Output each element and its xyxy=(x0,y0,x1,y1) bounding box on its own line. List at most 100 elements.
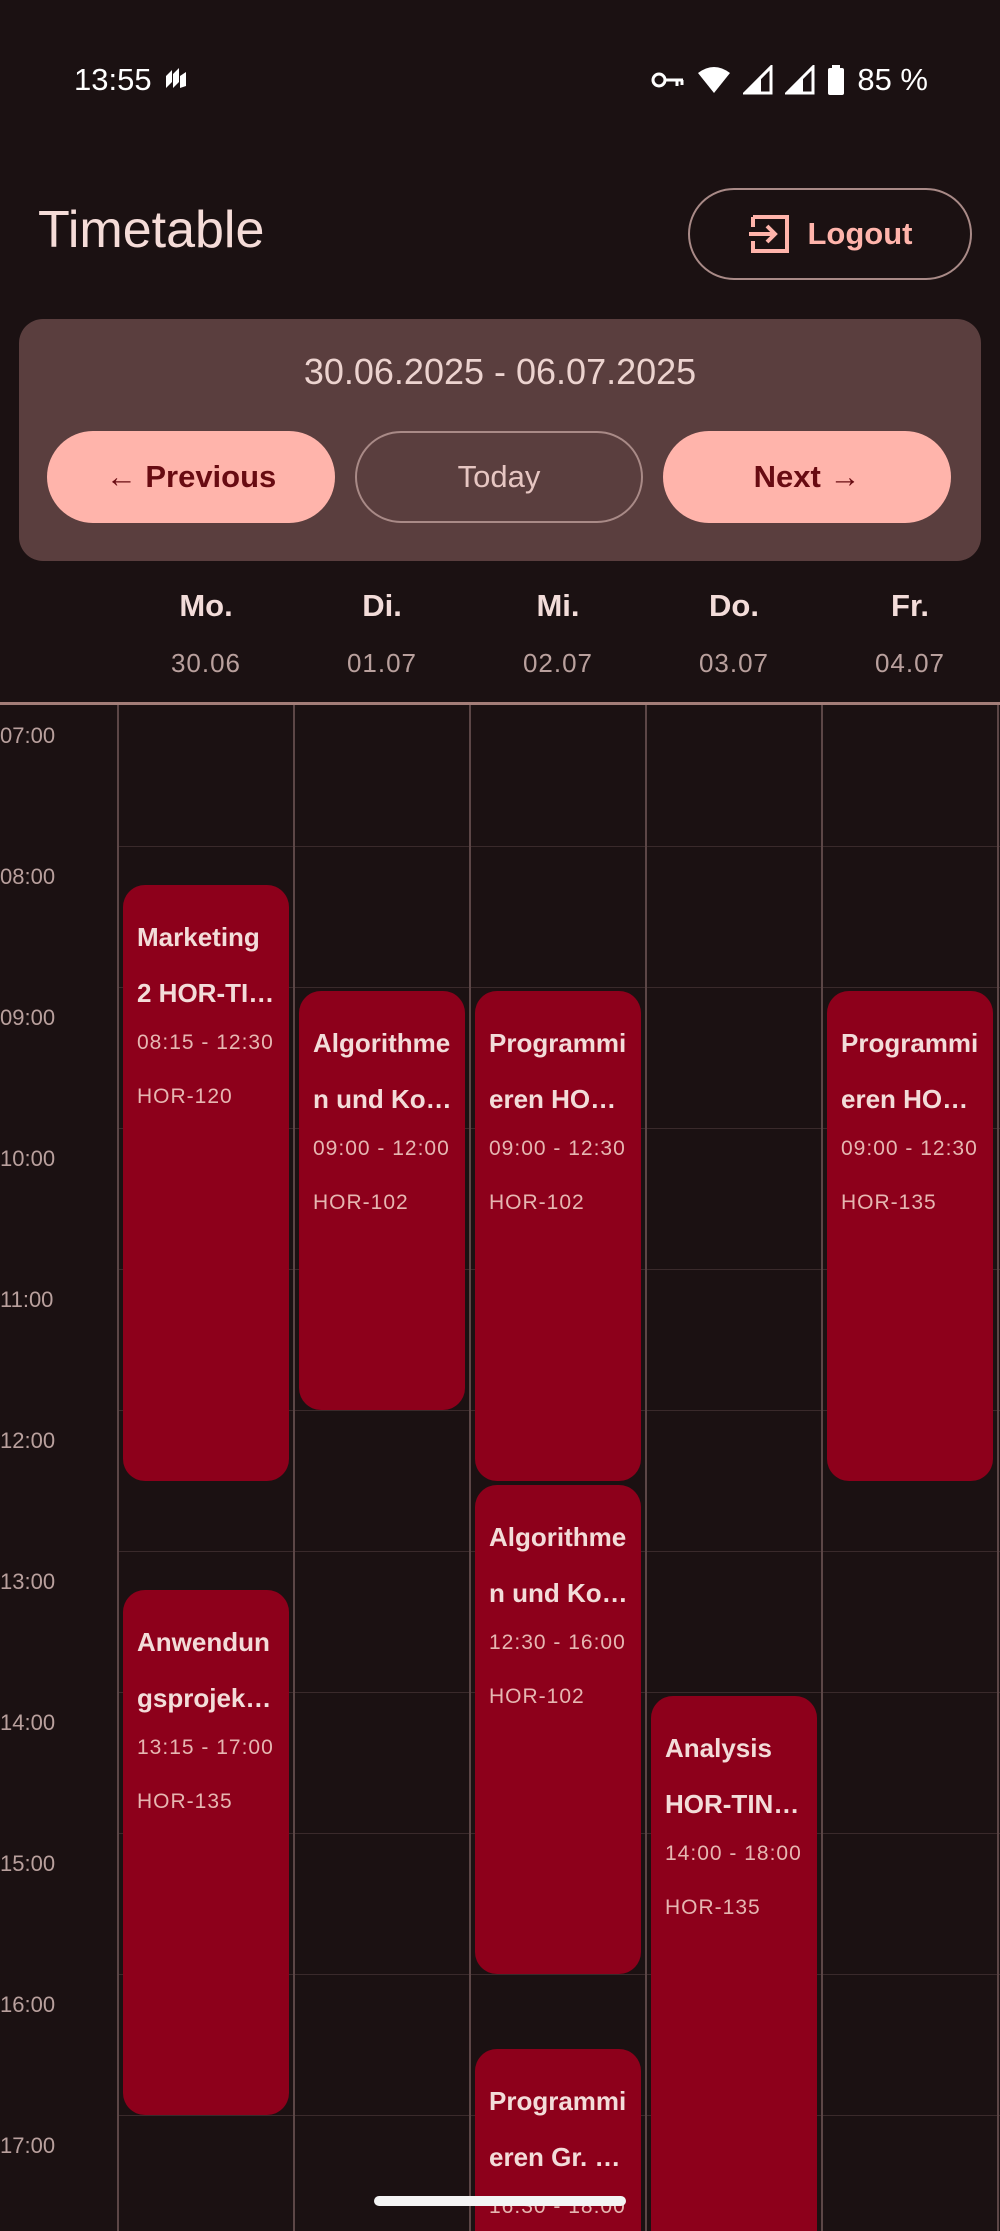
time-label: 13:00 xyxy=(0,1569,56,1594)
event-title: Algorithme n und Ko… xyxy=(313,1015,455,1127)
event-card[interactable]: Algorithme n und Ko… 09:00 - 12:00 HOR-102 xyxy=(299,991,465,1410)
event-room: HOR-102 xyxy=(489,1684,585,1708)
time-label: 07:00 xyxy=(0,723,56,748)
event-time: 14:00 - 18:00 xyxy=(665,1842,802,1865)
event-title-line: eren Gr. … xyxy=(489,2141,621,2172)
wifi-icon xyxy=(698,67,731,93)
hour-line xyxy=(118,846,1000,847)
day-name: Mo. xyxy=(179,588,233,623)
event-title: Programmi eren HOR… xyxy=(841,1015,983,1127)
event-card[interactable]: Algorithme n und Ko… 12:30 - 16:00 HOR-102 xyxy=(475,1484,641,1974)
week-navigation-card: 30.06.2025 - 06.07.2025 ← Previous Today… xyxy=(19,319,981,561)
time-label: 15:00 xyxy=(0,1851,56,1876)
day-date: 03.07 xyxy=(698,648,770,678)
column-line xyxy=(293,705,295,2231)
event-room: HOR-120 xyxy=(137,1085,233,1109)
timetable-grid[interactable]: 07:00 08:00 09:00 10:00 11:00 12:00 13:00 14:00… xyxy=(0,702,1000,2231)
signal-icon-2 xyxy=(785,65,815,95)
day-header-wed: Mi. 02.07 xyxy=(470,588,646,679)
previous-week-button[interactable]: ← Previous xyxy=(47,431,335,523)
battery-level: 85 % xyxy=(857,62,928,97)
day-header-tue: Di. 01.07 xyxy=(294,588,470,679)
page-title: Timetable xyxy=(38,201,265,259)
status-right: 85 % xyxy=(651,62,928,98)
time-label: 08:00 xyxy=(0,864,56,889)
time-label: 17:00 xyxy=(0,2133,56,2158)
event-card[interactable]: Analysis HOR-TIN… 14:00 - 18:00 HOR-135 xyxy=(651,1696,817,2231)
event-title-line: Programmi xyxy=(841,1028,979,1058)
event-title: Programmi eren Gr. … xyxy=(489,2073,631,2185)
status-bar: 13:55 85 % xyxy=(0,0,1000,160)
event-title-line: eren HOR… xyxy=(489,1084,631,1114)
column-line xyxy=(469,705,471,2231)
home-indicator[interactable] xyxy=(374,2196,626,2206)
logout-icon xyxy=(749,215,790,253)
event-title-line: Programmi xyxy=(489,1028,627,1058)
event-room: HOR-102 xyxy=(489,1191,585,1214)
grid-top-border xyxy=(0,702,1000,705)
column-line xyxy=(117,705,119,2231)
day-name: Mi. xyxy=(536,588,580,623)
event-title-line: gsprojekt… xyxy=(137,1683,279,1714)
time-label: 10:00 xyxy=(0,1146,56,1171)
time-label: 16:00 xyxy=(0,1992,56,2017)
week-range: 30.06.2025 - 06.07.2025 xyxy=(303,351,697,392)
event-title-line: Algorithme xyxy=(313,1028,451,1058)
day-date: 01.07 xyxy=(346,648,418,678)
event-room: HOR-135 xyxy=(841,1191,937,1214)
next-week-button[interactable]: Next → xyxy=(663,431,951,523)
event-time: 09:00 - 12:30 xyxy=(489,1137,626,1160)
event-time: 09:00 - 12:30 xyxy=(841,1137,978,1160)
logout-button[interactable]: Logout xyxy=(688,188,972,280)
signal-icon xyxy=(743,65,773,95)
time-label: 14:00 xyxy=(0,1710,56,1735)
app-notification-icon xyxy=(166,68,186,88)
event-time: 09:00 - 12:00 xyxy=(313,1137,450,1160)
day-date: 30.06 xyxy=(170,648,242,678)
time-label: 12:00 xyxy=(0,1428,56,1453)
column-line xyxy=(645,705,647,2231)
battery-icon xyxy=(828,65,845,95)
event-title: Algorithme n und Ko… xyxy=(489,1509,631,1621)
event-time: 12:30 - 16:00 xyxy=(489,1630,626,1654)
event-title: Anwendun gsprojekt… xyxy=(137,1614,279,1726)
day-date: 02.07 xyxy=(522,648,594,678)
column-line xyxy=(821,705,823,2231)
event-card[interactable]: Marketing 2 HOR-TI… 08:15 - 12:30 HOR-120 xyxy=(123,885,289,1481)
event-room: HOR-102 xyxy=(313,1191,409,1214)
time-label: 09:00 xyxy=(0,1005,56,1030)
today-button[interactable]: Today xyxy=(355,431,643,523)
day-date: 04.07 xyxy=(874,648,946,678)
event-title: Programmi eren HOR… xyxy=(489,1015,631,1127)
day-name: Fr. xyxy=(891,588,929,623)
day-header-fri: Fr. 04.07 xyxy=(822,588,998,679)
event-title-line: Algorithme xyxy=(489,1521,627,1552)
vpn-key-icon xyxy=(651,72,684,88)
event-title-line: Anwendun xyxy=(137,1627,270,1658)
event-title: Marketing 2 HOR-TI… xyxy=(137,909,279,1021)
event-title-line: eren HOR… xyxy=(841,1084,983,1114)
event-title: Analysis HOR-TIN… xyxy=(665,1720,807,1832)
event-title-line: Marketing xyxy=(137,922,260,953)
event-card[interactable]: Programmi eren HOR… 09:00 - 12:30 HOR-102 xyxy=(475,991,641,1481)
logout-label: Logout xyxy=(807,216,913,251)
event-time: 08:15 - 12:30 xyxy=(137,1031,274,1055)
event-room: HOR-135 xyxy=(665,1896,761,1919)
status-time: 13:55 xyxy=(74,62,152,97)
column-line xyxy=(997,705,999,2231)
event-title-line: Programmi xyxy=(489,2085,627,2116)
time-label: 11:00 xyxy=(0,1287,54,1312)
event-title-line: 2 HOR-TI… xyxy=(137,978,275,1009)
event-title-line: n und Ko… xyxy=(489,1577,628,1608)
event-title-line: HOR-TIN… xyxy=(665,1789,800,1819)
event-title-line: Analysis xyxy=(665,1733,772,1763)
day-header-thu: Do. 03.07 xyxy=(646,588,822,679)
event-card[interactable]: Programmi eren HOR… 09:00 - 12:30 HOR-135 xyxy=(827,991,993,1481)
day-header-mon: Mo. 30.06 xyxy=(118,588,294,679)
event-title-line: n und Ko… xyxy=(313,1084,452,1114)
day-name: Do. xyxy=(709,588,759,623)
event-room: HOR-135 xyxy=(137,1790,233,1814)
day-name: Di. xyxy=(362,588,402,623)
event-card[interactable]: Anwendun gsprojekt… 13:15 - 17:00 HOR-135 xyxy=(123,1590,289,2115)
event-time: 13:15 - 17:00 xyxy=(137,1736,274,1760)
